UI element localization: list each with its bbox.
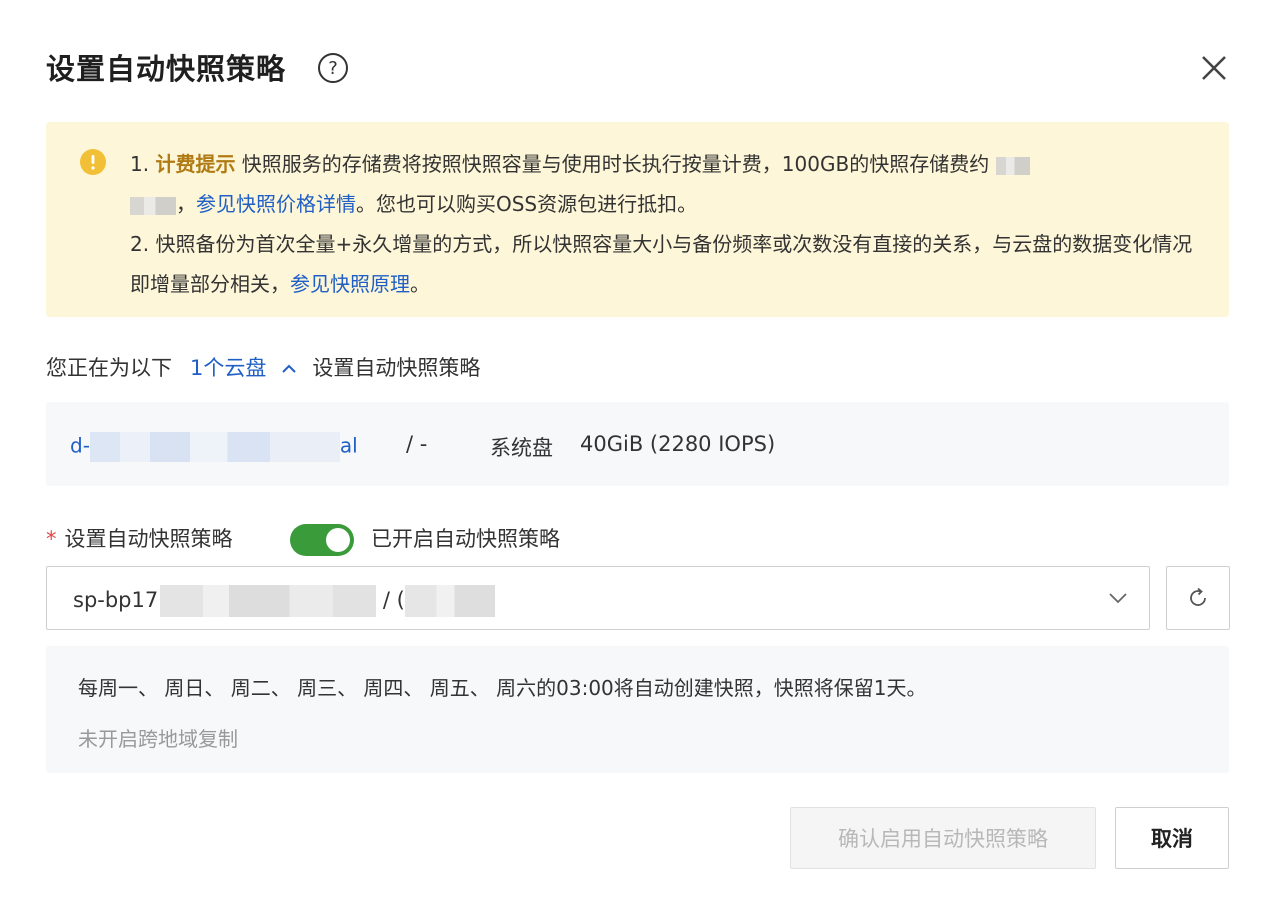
notice-line1-text: 快照服务的存储费将按照快照容量与使用时长执行按量计费，100GB的快照存储费约 bbox=[235, 152, 990, 176]
policy-summary: 每周一、 周日、 周二、 周三、 周四、 周五、 周六的03:00将自动创建快照… bbox=[46, 646, 1229, 773]
refresh-button[interactable] bbox=[1166, 566, 1230, 630]
target-disks-line: 您正在为以下 1个云盘 设置自动快照策略 bbox=[46, 352, 480, 382]
dialog-title: 设置自动快照策略 bbox=[46, 52, 287, 86]
warning-icon bbox=[80, 149, 106, 175]
chevron-down-icon bbox=[1109, 593, 1127, 604]
redacted-price bbox=[995, 156, 1030, 175]
policy-schedule: 每周一、 周日、 周二、 周三、 周四、 周五、 周六的03:00将自动创建快照… bbox=[78, 676, 927, 700]
auto-snapshot-toggle[interactable] bbox=[290, 524, 354, 556]
redacted-price-cont bbox=[130, 196, 176, 215]
help-circle-icon[interactable]: ? bbox=[317, 52, 349, 84]
policy-sep: / ( bbox=[376, 588, 405, 612]
disk-type: 系统盘 bbox=[490, 436, 553, 460]
snapshot-policy-dialog: 设置自动快照策略 ? 1. 计费提示 快照服务的存储费将按照快照容量与使用时长执… bbox=[0, 0, 1276, 924]
target-suffix: 设置自动快照策略 bbox=[312, 356, 481, 380]
toggle-knob bbox=[326, 528, 350, 552]
cross-region-status: 未开启跨地域复制 bbox=[78, 727, 238, 751]
disk-id-end: al bbox=[339, 433, 358, 458]
redacted-policy-id bbox=[160, 585, 377, 617]
notice-line3-end: 。 bbox=[410, 272, 430, 296]
disk-list: d-al / - 系统盘 40GiB (2280 IOPS) bbox=[46, 402, 1229, 486]
disk-size: 40GiB (2280 IOPS) bbox=[580, 432, 776, 456]
close-icon[interactable] bbox=[1196, 50, 1232, 86]
confirm-button[interactable]: 确认启用自动快照策略 bbox=[790, 807, 1096, 869]
policy-id-prefix: sp-bp17 bbox=[73, 588, 159, 612]
disks-count-link[interactable]: 1个云盘 bbox=[190, 356, 266, 380]
policy-label-text: 设置自动快照策略 bbox=[64, 527, 233, 551]
billing-notice: 1. 计费提示 快照服务的存储费将按照快照容量与使用时长执行按量计费，100GB… bbox=[46, 122, 1229, 317]
notice-comma: ， bbox=[176, 192, 196, 216]
policy-field-label: * 设置自动快照策略 bbox=[46, 523, 233, 553]
svg-text:?: ? bbox=[328, 58, 338, 79]
chevron-up-icon[interactable] bbox=[282, 364, 297, 374]
disk-id-link[interactable]: d-al bbox=[70, 432, 358, 462]
notice-text: 1. 计费提示 快照服务的存储费将按照快照容量与使用时长执行按量计费，100GB… bbox=[130, 144, 1194, 304]
refresh-icon bbox=[1190, 587, 1206, 606]
redacted-disk-id bbox=[89, 432, 340, 462]
cancel-button[interactable]: 取消 bbox=[1115, 807, 1229, 869]
target-prefix: 您正在为以下 bbox=[46, 356, 172, 380]
toggle-status-label: 已开启自动快照策略 bbox=[371, 527, 560, 551]
notice-line1-prefix: 1. bbox=[130, 152, 156, 176]
redacted-policy-name bbox=[404, 585, 495, 617]
price-details-link[interactable]: 参见快照价格详情 bbox=[196, 192, 356, 216]
snapshot-principle-link[interactable]: 参见快照原理 bbox=[290, 272, 410, 296]
policy-select[interactable]: sp-bp17 / ( bbox=[46, 566, 1150, 630]
disk-id-start: d- bbox=[70, 433, 90, 458]
required-mark: * bbox=[46, 527, 57, 551]
notice-line2-text: 。您也可以购买OSS资源包进行抵扣。 bbox=[356, 192, 698, 216]
billing-title: 计费提示 bbox=[155, 152, 236, 176]
disk-separator: / - bbox=[406, 432, 428, 456]
policy-select-value: sp-bp17 / ( bbox=[73, 585, 495, 617]
